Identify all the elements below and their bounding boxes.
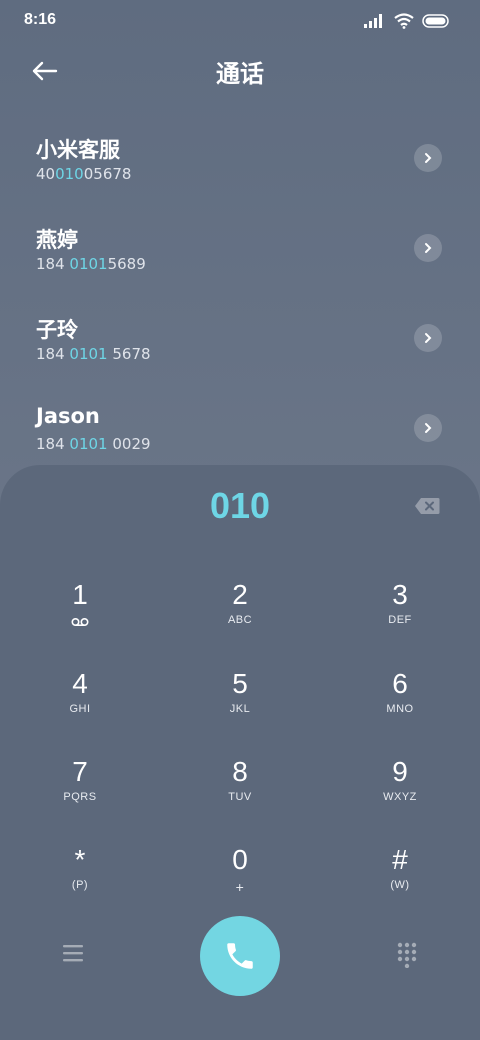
status-time: 8:16 [24,11,57,28]
chevron-right-icon[interactable] [414,414,442,442]
dial-key-5[interactable]: 5 JKL [180,659,300,739]
dial-key-hash[interactable]: # (W) [340,835,460,915]
backspace-icon[interactable] [414,497,440,515]
menu-icon[interactable] [62,943,84,963]
contact-list: 小米客服 4001005678 燕婷 184 01015689 子玲 184 0… [0,110,480,470]
dial-pad: 010 1 2 ABC 3 DEF 4 GHI 5 JKL 6 MNO 7 PQ… [0,465,480,1040]
contact-item[interactable]: 小米客服 4001005678 [0,110,480,200]
call-button[interactable] [200,916,280,996]
contact-number: 4001005678 [36,165,132,183]
contact-name: Jason [36,404,100,428]
phone-icon [227,943,253,969]
chevron-right-icon[interactable] [414,144,442,172]
dial-key-3[interactable]: 3 DEF [340,570,460,650]
contact-item[interactable]: 子玲 184 0101 5678 [0,290,480,380]
keypad-icon[interactable] [396,942,418,968]
dial-key-9[interactable]: 9 WXYZ [340,747,460,827]
contact-name: 燕婷 [36,228,78,252]
contact-item[interactable]: Jason 184 0101 0029 [0,380,480,470]
status-bar: 8:16 [0,0,480,42]
contact-name: 子玲 [36,318,78,342]
dial-key-1[interactable]: 1 [20,570,140,650]
signal-icon [364,14,382,28]
chevron-right-icon[interactable] [414,324,442,352]
wifi-icon [394,13,414,29]
dialed-number: 010 [209,485,271,526]
contact-number: 184 0101 5678 [36,345,151,363]
chevron-right-icon[interactable] [414,234,442,262]
dial-key-star[interactable]: * (P) [20,835,140,915]
page-title: 通话 [216,60,264,88]
dial-key-4[interactable]: 4 GHI [20,659,140,739]
contact-item[interactable]: 燕婷 184 01015689 [0,200,480,290]
dial-key-7[interactable]: 7 PQRS [20,747,140,827]
dial-key-8[interactable]: 8 TUV [180,747,300,827]
battery-icon [422,14,449,28]
contact-name: 小米客服 [36,138,120,162]
contact-number: 184 01015689 [36,255,146,273]
header: 通话 [0,42,480,102]
dial-key-2[interactable]: 2 ABC [180,570,300,650]
voicemail-icon [71,617,89,627]
dial-key-0[interactable]: 0 + [180,835,300,915]
dial-key-6[interactable]: 6 MNO [340,659,460,739]
contact-number: 184 0101 0029 [36,435,151,453]
